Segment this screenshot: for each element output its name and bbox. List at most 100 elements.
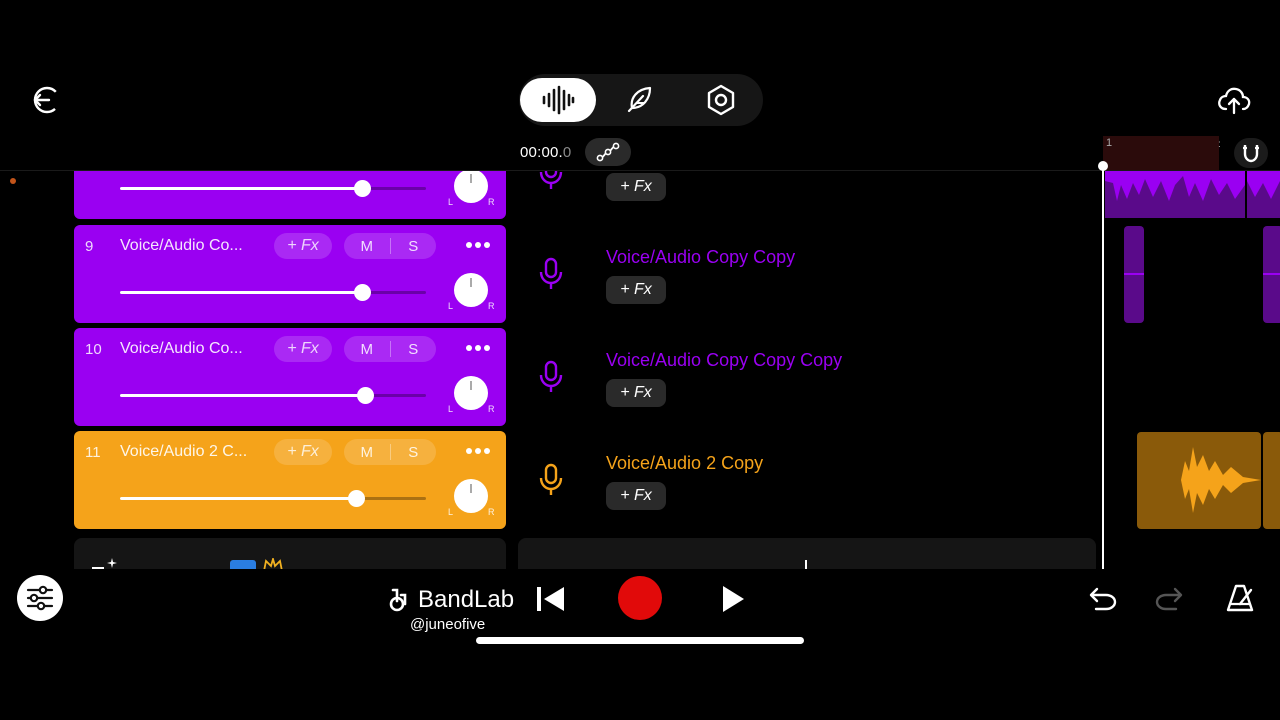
playhead[interactable] [1102, 165, 1104, 569]
track-number: 10 [85, 341, 102, 358]
pan-knob[interactable] [454, 376, 488, 410]
track-header[interactable]: 11 Voice/Audio 2 C... + Fx M S L R [74, 431, 506, 529]
solo-button[interactable]: S [391, 444, 437, 461]
slider-fill [120, 187, 362, 190]
mute-button[interactable]: M [344, 444, 390, 461]
magnet-icon [1243, 145, 1259, 163]
record-indicator-dot [10, 178, 16, 184]
track-header[interactable]: 10 Voice/Audio Co... + Fx M S L R [74, 328, 506, 426]
crown-icon [263, 558, 283, 569]
slider-thumb[interactable] [353, 284, 371, 301]
pan-knob[interactable] [454, 171, 488, 203]
upload-button[interactable] [1214, 82, 1254, 118]
solo-button[interactable]: S [391, 238, 437, 255]
pan-left-label: L [448, 507, 454, 517]
exit-icon [33, 86, 61, 114]
pan-knob[interactable] [454, 479, 488, 513]
record-button[interactable] [618, 576, 662, 620]
mode-settings-button[interactable] [685, 78, 757, 122]
track-fx-button[interactable]: + Fx [274, 233, 332, 259]
track-title[interactable]: Voice/Audio Copy Copy Copy [606, 350, 842, 371]
microphone-icon [539, 257, 563, 289]
play-icon [723, 586, 744, 612]
automation-button[interactable] [585, 138, 632, 166]
volume-slider[interactable] [120, 490, 426, 507]
mode-lyrics-button[interactable] [603, 78, 675, 122]
track-more-button[interactable] [464, 441, 492, 461]
fx-button[interactable]: + Fx [606, 276, 666, 304]
auto-mix-panel[interactable] [74, 538, 506, 569]
metronome-button[interactable] [1222, 580, 1258, 616]
volume-slider[interactable] [120, 180, 426, 197]
timeline-ruler[interactable] [1103, 136, 1219, 170]
track-header[interactable]: 9 Voice/Audio Co... + Fx M S L R [74, 225, 506, 323]
track-more-button[interactable] [464, 235, 492, 255]
skip-to-start-button[interactable] [532, 582, 568, 616]
microphone-icon [539, 171, 563, 189]
volume-slider[interactable] [120, 284, 426, 301]
panel-marker [805, 560, 807, 569]
pan-left-label: L [448, 197, 454, 207]
solo-button[interactable]: S [391, 341, 437, 358]
undo-button[interactable] [1084, 582, 1120, 616]
slider-thumb[interactable] [347, 490, 365, 507]
track-fx-button[interactable]: + Fx [274, 439, 332, 465]
track-name[interactable]: Voice/Audio 2 C... [120, 443, 264, 461]
track-number: 9 [85, 238, 94, 255]
undo-icon [1089, 587, 1117, 611]
track-name[interactable]: Voice/Audio Co... [120, 340, 264, 358]
mute-button[interactable]: M [344, 341, 390, 358]
redo-icon [1155, 587, 1183, 611]
slider-thumb[interactable] [353, 180, 371, 197]
audio-region[interactable] [1263, 432, 1280, 529]
mute-button[interactable]: M [344, 238, 390, 255]
pan-right-label: R [488, 301, 495, 311]
skip-back-icon [537, 587, 564, 611]
track-header[interactable]: L R [74, 171, 506, 219]
mute-solo-group: M S [344, 439, 436, 465]
hexagon-settings-icon [707, 84, 735, 116]
playhead-handle[interactable] [1098, 161, 1108, 171]
pan-right-label: R [488, 507, 495, 517]
mode-studio-button[interactable] [520, 78, 596, 122]
more-dot [484, 345, 490, 351]
pan-right-label: R [488, 197, 495, 207]
bandlab-logo: BandLab [386, 586, 514, 614]
track-title[interactable]: Voice/Audio Copy Copy [606, 247, 795, 268]
fx-button[interactable]: + Fx [606, 173, 666, 201]
track-list: L R 9 Voice/Audio Co... + Fx M S L R 10 … [0, 171, 1280, 569]
creator-handle: @juneofive [410, 616, 486, 633]
more-dot [466, 448, 472, 454]
time-display: 00:00.0 [520, 143, 572, 161]
metronome-icon [1226, 584, 1254, 612]
automation-curve-icon [597, 142, 620, 162]
exit-button[interactable] [28, 82, 64, 118]
auto-mix-icon [92, 558, 117, 569]
bandlab-logo-icon [389, 588, 407, 612]
play-button[interactable] [716, 582, 750, 616]
snap-button[interactable] [1234, 138, 1268, 168]
track-name[interactable]: Voice/Audio Co... [120, 237, 264, 255]
slider-fill [120, 394, 365, 397]
pan-knob[interactable] [454, 273, 488, 307]
mode-switcher [519, 74, 763, 126]
more-dot [466, 345, 472, 351]
ai-badge [230, 560, 256, 569]
mixer-sliders-icon [26, 585, 54, 611]
timeline-regions [1105, 171, 1280, 529]
microphone-icon [539, 463, 563, 495]
redo-button[interactable] [1152, 582, 1188, 616]
fx-button[interactable]: + Fx [606, 379, 666, 407]
volume-slider[interactable] [120, 387, 426, 404]
track-number: 11 [85, 444, 101, 461]
track-fx-button[interactable]: + Fx [274, 336, 332, 362]
fx-button[interactable]: + Fx [606, 482, 666, 510]
ruler-bar-number: 1 [1106, 137, 1113, 149]
slider-thumb[interactable] [356, 387, 374, 404]
more-dot [484, 242, 490, 248]
feather-icon [627, 86, 652, 113]
home-indicator [476, 637, 804, 644]
track-title[interactable]: Voice/Audio 2 Copy [606, 453, 763, 474]
mixer-button[interactable] [17, 575, 63, 621]
track-more-button[interactable] [464, 338, 492, 358]
